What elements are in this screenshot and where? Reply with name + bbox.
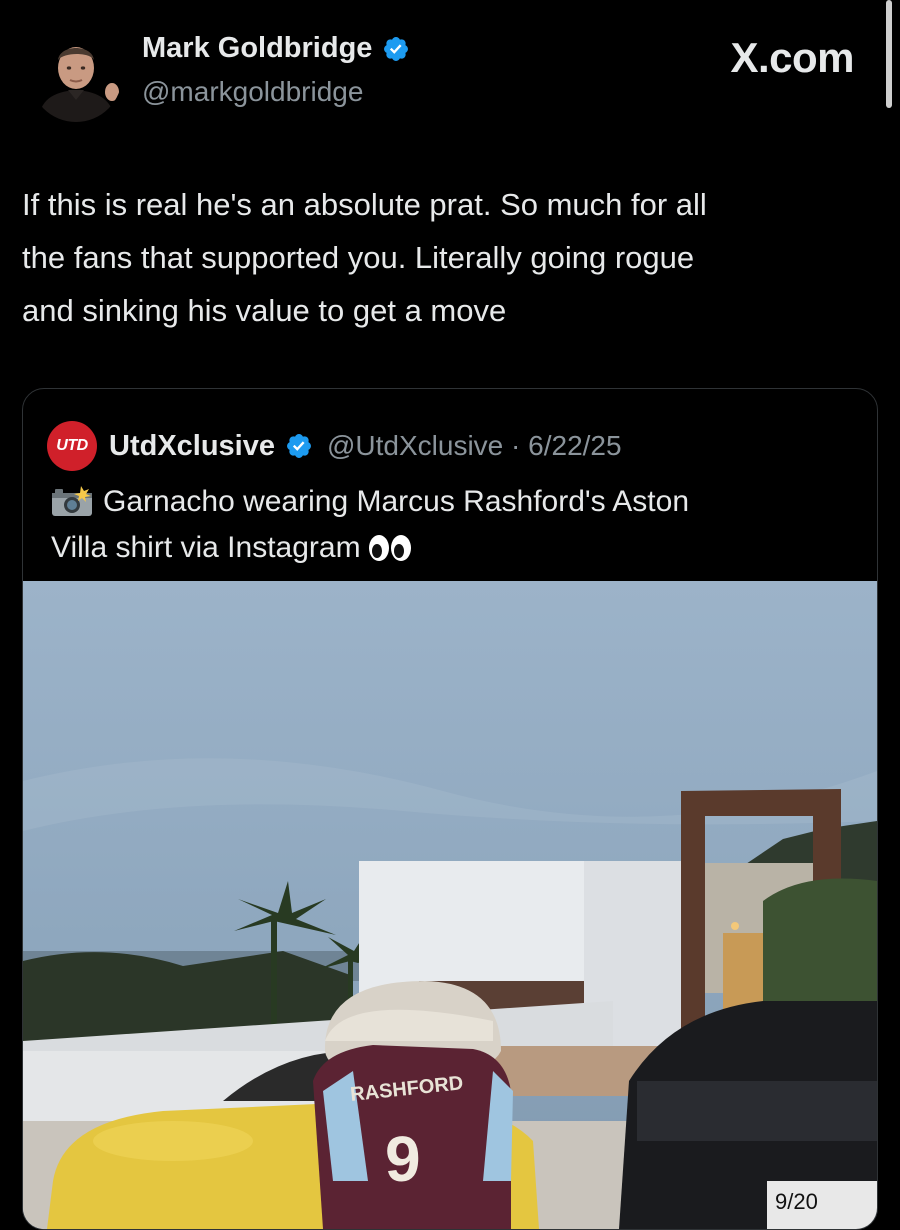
quoted-tweet-text: Garnacho wearing Marcus Rashford's Aston…: [51, 479, 861, 571]
quoted-tweet-photo[interactable]: 9/20 RASHFORD 9: [23, 581, 877, 1229]
verified-badge-icon: [287, 434, 311, 458]
tweet-text-line: the fans that supported you. Literally g…: [22, 240, 695, 275]
author-handle[interactable]: @markgoldbridge: [142, 76, 363, 108]
quoted-text-line: Garnacho wearing Marcus Rashford's Aston: [103, 485, 690, 518]
tweet-text: If this is real he's an absolute prat. S…: [22, 178, 882, 337]
tweet-text-line: If this is real he's an absolute prat. S…: [22, 187, 707, 222]
quoted-tweet-header: UTD UtdXclusive @UtdXclusive · 6/22/25: [47, 421, 622, 471]
shirt-number-text: 9: [385, 1123, 421, 1195]
quoted-display-name[interactable]: UtdXclusive: [109, 430, 275, 463]
tweet-text-line: and sinking his value to get a move: [22, 293, 507, 328]
verified-badge-icon: [384, 36, 409, 61]
brand-logo: X.com: [730, 34, 854, 81]
eyes-icon: [368, 535, 411, 561]
utdxclusive-logo-text: UTD: [56, 437, 88, 454]
scrollbar[interactable]: [886, 0, 892, 108]
license-plate-text: 9/20: [775, 1189, 818, 1214]
author-avatar[interactable]: [30, 30, 122, 122]
camera-flash-icon: [52, 486, 92, 516]
tweet-header: Mark Goldbridge @markgoldbridge X.com: [30, 28, 860, 128]
quoted-tweet[interactable]: UTD UtdXclusive @UtdXclusive · 6/22/25 G…: [22, 388, 878, 1230]
utdxclusive-avatar[interactable]: UTD: [47, 421, 97, 471]
quoted-handle-date[interactable]: @UtdXclusive · 6/22/25: [327, 430, 622, 462]
quoted-text-line: Villa shirt via Instagram: [51, 531, 361, 564]
author-display-name[interactable]: Mark Goldbridge: [142, 32, 372, 65]
